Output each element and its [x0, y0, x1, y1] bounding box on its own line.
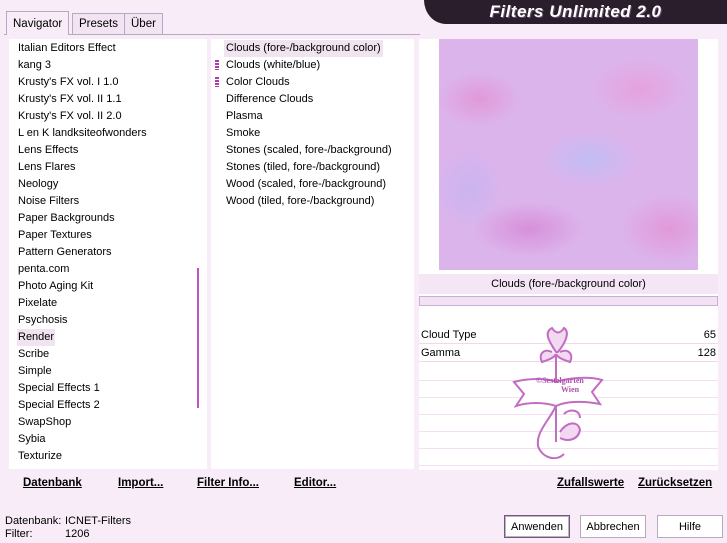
param-cloud-type-value: 65 [703, 329, 716, 341]
cancel-button[interactable]: Abbrechen [580, 515, 646, 538]
reset-button[interactable]: Zurücksetzen [638, 477, 712, 489]
category-item[interactable]: Krusty's FX vol. II 1.1 [17, 91, 123, 108]
category-item[interactable]: Noise Filters [17, 193, 80, 210]
filter-row[interactable]: Stones (tiled, fore-/background) [211, 159, 414, 176]
category-item[interactable]: Neology [17, 176, 59, 193]
randomize-button[interactable]: Zufallswerte [557, 477, 624, 489]
category-item[interactable]: Special Effects 1 [17, 380, 101, 397]
category-item[interactable]: L en K landksiteofwonders [17, 125, 148, 142]
param-cloud-type-label: Cloud Type [421, 329, 477, 341]
tab-navigator[interactable]: Navigator [6, 11, 70, 35]
category-item[interactable]: Paper Backgrounds [17, 210, 116, 227]
category-item[interactable]: SwapShop [17, 414, 72, 431]
tab-ueber-label: Über [131, 18, 156, 30]
category-item[interactable]: Lens Flares [17, 159, 76, 176]
app-title: Filters Unlimited 2.0 [489, 2, 662, 21]
watermark-line-2: Wien [560, 385, 580, 394]
filter-marker-icon [215, 60, 219, 70]
watermark-text: ©Sestelgarten Wien [520, 376, 600, 394]
param-gamma-value: 128 [697, 347, 716, 359]
selected-filter-name: Clouds (fore-/background color) [419, 274, 718, 294]
filter-row[interactable]: Smoke [211, 125, 414, 142]
filter-item-label: Smoke [226, 127, 261, 139]
category-item[interactable]: Italian Editors Effect [17, 40, 117, 57]
category-item[interactable]: kang 3 [17, 57, 52, 74]
filter-item-label: Stones (tiled, fore-/background) [226, 161, 381, 173]
category-item[interactable]: Special Effects 2 [17, 397, 101, 414]
database-button[interactable]: Datenbank [23, 477, 82, 489]
import-button[interactable]: Import... [118, 477, 163, 489]
filter-marker-icon [215, 77, 219, 87]
filter-row[interactable]: Clouds (white/blue) [211, 57, 414, 74]
filter-item-label: Color Clouds [226, 76, 290, 88]
filter-row[interactable]: Stones (scaled, fore-/background) [211, 142, 414, 159]
tab-presets-label: Presets [79, 18, 118, 30]
category-item[interactable]: Pixelate [17, 295, 58, 312]
apply-button-label: Anwenden [511, 520, 563, 533]
help-button-label: Hilfe [678, 520, 701, 533]
category-scrollbar-thumb[interactable] [197, 268, 199, 408]
category-item[interactable]: Scribe [17, 346, 50, 363]
category-item[interactable]: Krusty's FX vol. I 1.0 [17, 74, 120, 91]
status-filter-value: 1206 [65, 528, 90, 540]
filter-item-label: Clouds (white/blue) [226, 59, 321, 71]
category-item[interactable]: Sybia [17, 431, 47, 448]
category-item[interactable]: Simple [17, 363, 53, 380]
category-item[interactable]: Photo Aging Kit [17, 278, 94, 295]
filter-row[interactable]: Plasma [211, 108, 414, 125]
param-gamma-label: Gamma [421, 347, 461, 359]
status-database-label: Datenbank: [5, 515, 62, 527]
filter-list[interactable]: Clouds (fore-/background color) Clouds (w… [211, 39, 414, 469]
watermark-line-1: ©Sestelgarten [536, 376, 584, 385]
tab-navigator-label: Navigator [13, 17, 63, 30]
category-item[interactable]: penta.com [17, 261, 70, 278]
category-item[interactable]: Pattern Generators [17, 244, 113, 261]
filter-row[interactable]: Wood (tiled, fore-/background) [211, 193, 414, 210]
filter-row[interactable]: Color Clouds [211, 74, 414, 91]
editor-button[interactable]: Editor... [294, 477, 336, 489]
filter-item-label: Difference Clouds [226, 93, 314, 105]
app-title-banner: Filters Unlimited 2.0 [424, 0, 727, 24]
tab-ueber[interactable]: Über [124, 13, 163, 34]
watermark-flower-logo [512, 326, 604, 460]
category-item[interactable]: Render [17, 329, 56, 346]
category-list[interactable]: Italian Editors Effect kang 3 Krusty's FX … [9, 39, 207, 469]
filter-row[interactable]: Wood (scaled, fore-/background) [211, 176, 414, 193]
status-filter-label: Filter: [5, 528, 33, 540]
filter-info-button[interactable]: Filter Info... [197, 477, 259, 489]
filter-item-label: Stones (scaled, fore-/background) [226, 144, 392, 156]
category-item[interactable]: Psychosis [17, 312, 69, 329]
category-item[interactable]: Lens Effects [17, 142, 79, 159]
preview-image [439, 39, 698, 270]
category-item[interactable]: Paper Textures [17, 227, 93, 244]
category-item[interactable]: Texturize [17, 448, 63, 465]
filter-item-label: Wood (tiled, fore-/background) [226, 195, 375, 207]
filter-item-label: Plasma [226, 110, 263, 122]
apply-button[interactable]: Anwenden [504, 515, 570, 538]
category-item[interactable]: Krusty's FX vol. II 2.0 [17, 108, 123, 125]
help-button[interactable]: Hilfe [657, 515, 723, 538]
cancel-button-label: Abbrechen [586, 520, 640, 533]
status-database-value: ICNET-Filters [65, 515, 131, 527]
filter-item-label: Clouds (fore-/background color) [224, 40, 383, 57]
filter-item-label: Wood (scaled, fore-/background) [226, 178, 386, 190]
tab-presets[interactable]: Presets [72, 13, 125, 34]
progress-bar [419, 296, 718, 306]
filter-row[interactable]: Clouds (fore-/background color) [211, 40, 414, 57]
filter-row[interactable]: Difference Clouds [211, 91, 414, 108]
